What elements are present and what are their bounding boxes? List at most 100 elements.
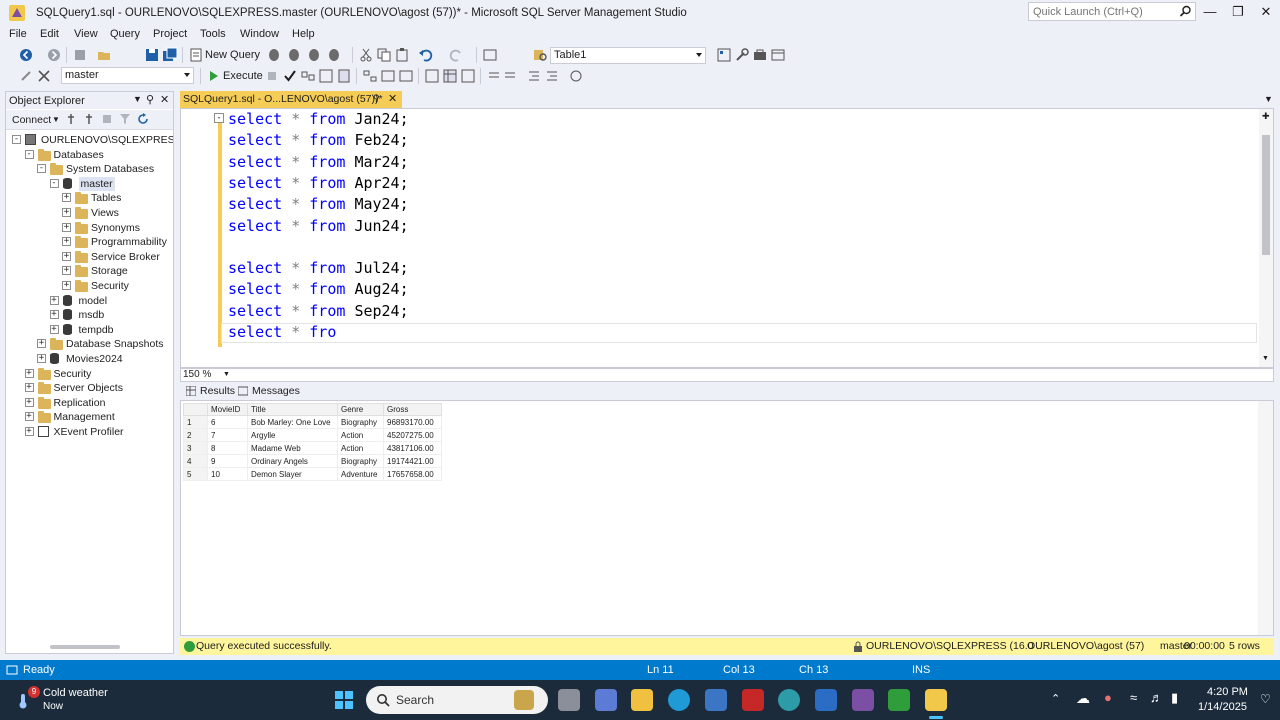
code-line[interactable]: select * from Jun24; xyxy=(228,216,409,237)
results-to-text-icon[interactable] xyxy=(424,68,440,84)
xmla-query-icon[interactable] xyxy=(326,47,342,63)
menu-query[interactable]: Query xyxy=(110,28,140,40)
tree-node[interactable]: + model xyxy=(6,293,173,308)
parse-checkmark-icon[interactable] xyxy=(282,68,298,84)
tree-node[interactable]: + Tables xyxy=(6,190,173,205)
expand-icon[interactable]: + xyxy=(62,251,71,261)
clock-time[interactable]: 4:20 PM xyxy=(1207,686,1248,698)
tree-node[interactable]: - System Databases xyxy=(6,161,173,176)
open-file-icon[interactable] xyxy=(96,47,112,63)
tab-sqlquery1[interactable]: SQLQuery1.sql - O...LENOVO\agost (57))* … xyxy=(180,91,402,108)
ssms-taskbar-icon[interactable] xyxy=(925,689,947,711)
increase-indent-icon[interactable] xyxy=(544,68,560,84)
properties-icon[interactable] xyxy=(716,47,732,63)
code-line[interactable]: select * fro xyxy=(228,322,336,343)
grid-cell[interactable]: Biography xyxy=(337,415,384,429)
filter-icon[interactable] xyxy=(118,112,132,126)
windows-start-icon[interactable] xyxy=(334,690,354,710)
grid-cell[interactable]: 10 xyxy=(207,467,248,481)
quick-launch-input[interactable] xyxy=(1029,3,1169,20)
undo-icon[interactable] xyxy=(418,47,434,63)
menu-file[interactable]: File xyxy=(9,28,27,40)
stop-icon[interactable] xyxy=(100,112,114,126)
grid-cell[interactable]: 43817106.00 xyxy=(383,441,442,455)
redo-icon[interactable] xyxy=(448,47,464,63)
grid-cell[interactable]: 45207275.00 xyxy=(383,428,442,442)
comment-icon[interactable] xyxy=(486,68,502,84)
edge-browser-icon[interactable] xyxy=(668,689,690,711)
tree-node[interactable]: + Synonyms xyxy=(6,220,173,235)
dmx-query-icon[interactable] xyxy=(306,47,322,63)
close-button[interactable]: ✕ xyxy=(1252,2,1280,22)
tree-node[interactable]: + Management xyxy=(6,409,173,424)
expand-icon[interactable]: + xyxy=(24,397,34,407)
live-stats-icon[interactable] xyxy=(380,68,396,84)
tab-messages[interactable]: Messages xyxy=(238,382,300,400)
client-stats-icon[interactable] xyxy=(398,68,414,84)
grid-cell[interactable]: 8 xyxy=(207,441,248,455)
db-engine-query-icon[interactable] xyxy=(266,47,282,63)
tree-node[interactable]: + Database Snapshots xyxy=(6,336,173,351)
code-line[interactable]: select * from Jul24; xyxy=(228,258,409,279)
menu-edit[interactable]: Edit xyxy=(40,28,59,40)
grid-cell[interactable]: Argylle xyxy=(247,428,338,442)
expand-icon[interactable]: + xyxy=(62,281,71,290)
file-explorer-icon[interactable] xyxy=(631,689,653,711)
tree-node[interactable]: + Server Objects xyxy=(6,380,173,395)
restore-button[interactable]: ❐ xyxy=(1224,2,1252,22)
scroll-down-icon[interactable]: ▼ xyxy=(1262,355,1269,362)
mail-icon[interactable] xyxy=(815,689,837,711)
tree-node[interactable]: + Storage xyxy=(6,263,173,278)
refresh-icon[interactable] xyxy=(136,112,150,126)
tree-node[interactable]: + Movies2024 xyxy=(6,351,173,366)
weather-widget-icon[interactable]: 9 xyxy=(14,686,40,712)
app-icon[interactable] xyxy=(778,689,800,711)
tree-node[interactable]: + XEvent Profiler xyxy=(6,424,173,439)
expand-icon[interactable]: + xyxy=(24,368,34,378)
code-line[interactable]: select * from Jan24; xyxy=(228,109,409,130)
minimize-button[interactable]: — xyxy=(1196,2,1224,22)
grid-cell[interactable]: 7 xyxy=(207,428,248,442)
onedrive-cloud-icon[interactable]: ☁ xyxy=(1076,690,1090,707)
code-line[interactable]: select * from Feb24; xyxy=(228,130,409,151)
find-combo[interactable]: Table1 xyxy=(550,47,706,64)
grid-cell[interactable]: Biography xyxy=(337,454,384,468)
grid-cell[interactable]: Action xyxy=(337,428,384,442)
expand-icon[interactable]: + xyxy=(62,193,71,203)
specify-values-icon[interactable] xyxy=(568,68,584,84)
vertical-scrollbar[interactable]: ✚ ▼ xyxy=(1259,109,1273,367)
chevron-down-icon[interactable]: ▼ xyxy=(52,115,60,124)
uncomment-icon[interactable] xyxy=(502,68,518,84)
panel-menu-icon[interactable]: ▼ xyxy=(133,94,142,104)
pin-icon[interactable]: ⚲ xyxy=(146,93,154,106)
pin-icon[interactable]: ⚲ xyxy=(373,93,380,104)
menu-tools[interactable]: Tools xyxy=(200,28,226,40)
query-editor[interactable]: - select * from Jan24; select * from Feb2… xyxy=(180,108,1274,368)
back-icon[interactable] xyxy=(18,47,34,63)
code-line[interactable]: select * from Sep24; xyxy=(228,301,409,322)
actual-plan-icon[interactable] xyxy=(362,68,378,84)
task-view-icon[interactable] xyxy=(558,689,580,711)
debug-icon[interactable] xyxy=(482,47,498,63)
zoom-level[interactable]: 150 % xyxy=(183,369,211,380)
split-icon[interactable]: ✚ xyxy=(1262,111,1270,122)
menu-window[interactable]: Window xyxy=(240,28,279,40)
grid-cell[interactable]: 96893170.00 xyxy=(383,415,442,429)
wifi-icon[interactable]: ≈ xyxy=(1130,690,1137,705)
code-line[interactable]: select * from Aug24; xyxy=(228,279,409,300)
tree-node[interactable]: - OURLENOVO\SQLEXPRESS (SQ xyxy=(6,132,173,147)
change-connection-icon[interactable] xyxy=(36,68,52,84)
expand-icon[interactable]: + xyxy=(62,237,71,247)
column-header-movieid[interactable]: MovieID xyxy=(207,403,248,416)
copilot-icon[interactable] xyxy=(595,689,617,711)
collapse-icon[interactable]: - xyxy=(24,149,34,159)
mcafee-icon[interactable] xyxy=(742,689,764,711)
collapse-region-icon[interactable]: - xyxy=(214,113,224,123)
connect-dropdown[interactable]: Connect xyxy=(12,114,51,126)
toolbox-icon[interactable] xyxy=(752,47,768,63)
volume-icon[interactable]: ♬ xyxy=(1150,690,1163,705)
chevron-up-icon[interactable]: ⌃ xyxy=(1051,692,1060,705)
taskbar-search-box[interactable]: Search xyxy=(366,686,548,714)
tree-node[interactable]: - master xyxy=(6,176,173,191)
grid-cell[interactable]: 6 xyxy=(207,415,248,429)
